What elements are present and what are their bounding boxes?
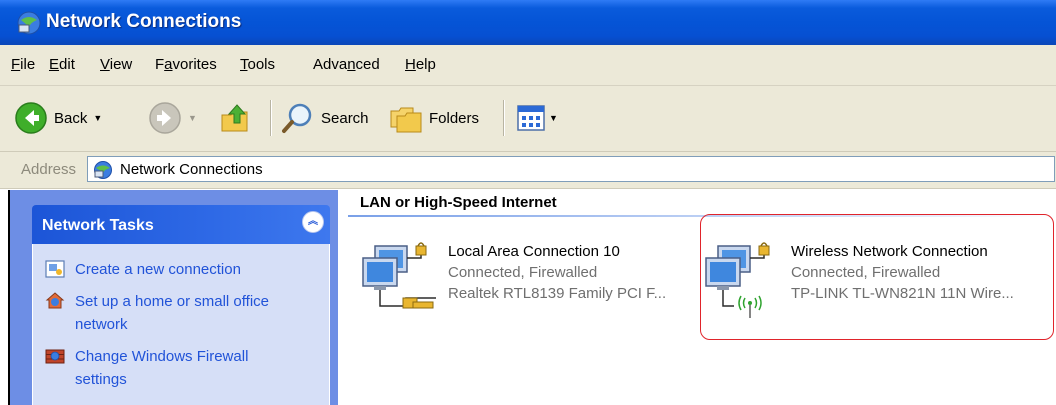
address-value: Network Connections <box>120 161 263 178</box>
network-connections-icon <box>94 161 112 179</box>
menu-bar: File Edit View Favorites Tools Advanced … <box>0 45 1056 86</box>
task-label: Create a new connection <box>75 261 241 278</box>
address-bar: Address Network Connections <box>0 152 1056 189</box>
folders-label: Folders <box>429 109 480 127</box>
back-arrow-icon <box>15 102 47 134</box>
connection-device: Realtek RTL8139 Family PCI F... <box>448 285 667 302</box>
views-icon <box>517 105 545 131</box>
network-tasks-body: Create a new connection Set up a home or… <box>32 244 330 405</box>
task-pane: Network Tasks ︽ Create a new connection … <box>8 190 338 405</box>
network-tasks-header[interactable]: Network Tasks ︽ <box>32 205 330 244</box>
new-connection-icon <box>45 260 65 278</box>
up-button[interactable] <box>219 100 253 136</box>
menu-edit[interactable]: Edit <box>49 56 75 73</box>
back-label: Back <box>54 109 88 127</box>
network-tasks-title: Network Tasks <box>42 217 154 234</box>
firewall-icon <box>45 349 65 364</box>
views-dropdown-icon[interactable]: ▼ <box>549 113 558 123</box>
back-dropdown-icon[interactable]: ▼ <box>93 113 102 123</box>
connection-name: Local Area Connection 10 <box>448 243 620 260</box>
address-label: Address <box>21 161 77 178</box>
menu-file[interactable]: File <box>11 56 35 73</box>
folders-button[interactable]: Folders <box>389 100 479 136</box>
back-button[interactable]: Back ▼ <box>14 100 102 136</box>
address-field[interactable]: Network Connections <box>87 156 1055 182</box>
search-label: Search <box>321 109 369 127</box>
connection-status: Connected, Firewalled <box>448 264 598 281</box>
menu-tools[interactable]: Tools <box>240 56 275 73</box>
window-title: Network Connections <box>46 11 242 32</box>
title-bar[interactable]: Network Connections <box>0 0 1056 45</box>
forward-button[interactable]: ▼ <box>148 100 197 136</box>
task-home-network[interactable]: Set up a home or small office network <box>45 290 285 336</box>
forward-dropdown-icon[interactable]: ▼ <box>188 113 197 123</box>
views-button[interactable]: ▼ <box>516 100 558 136</box>
task-create-connection[interactable]: Create a new connection <box>45 258 285 281</box>
connection-lan[interactable]: Local Area Connection 10 Connected, Fire… <box>361 240 701 320</box>
menu-advanced[interactable]: Advanced <box>313 56 380 73</box>
network-connections-icon <box>17 11 41 35</box>
menu-favorites[interactable]: Favorites <box>155 56 217 73</box>
menu-view[interactable]: View <box>100 56 132 73</box>
task-label: Set up a home or small office network <box>75 293 269 333</box>
collapse-chevron-icon[interactable]: ︽ <box>302 211 324 233</box>
group-header: LAN or High-Speed Internet <box>360 194 557 211</box>
task-change-firewall[interactable]: Change Windows Firewall settings <box>45 345 285 391</box>
task-label: Change Windows Firewall settings <box>75 348 249 388</box>
toolbar: Back ▼ ▼ Search Folders ▼ <box>0 86 1056 152</box>
menu-help[interactable]: Help <box>405 56 436 73</box>
search-button[interactable]: Search <box>281 100 369 136</box>
highlight-annotation <box>700 214 1054 340</box>
toolbar-separator <box>270 100 271 136</box>
lan-connection-icon <box>362 242 436 309</box>
up-folder-icon <box>221 104 248 132</box>
folders-icon <box>390 107 422 133</box>
search-magnifier-icon <box>282 103 312 133</box>
forward-arrow-icon <box>149 102 181 134</box>
toolbar-separator <box>503 100 504 136</box>
home-network-icon <box>45 292 65 309</box>
